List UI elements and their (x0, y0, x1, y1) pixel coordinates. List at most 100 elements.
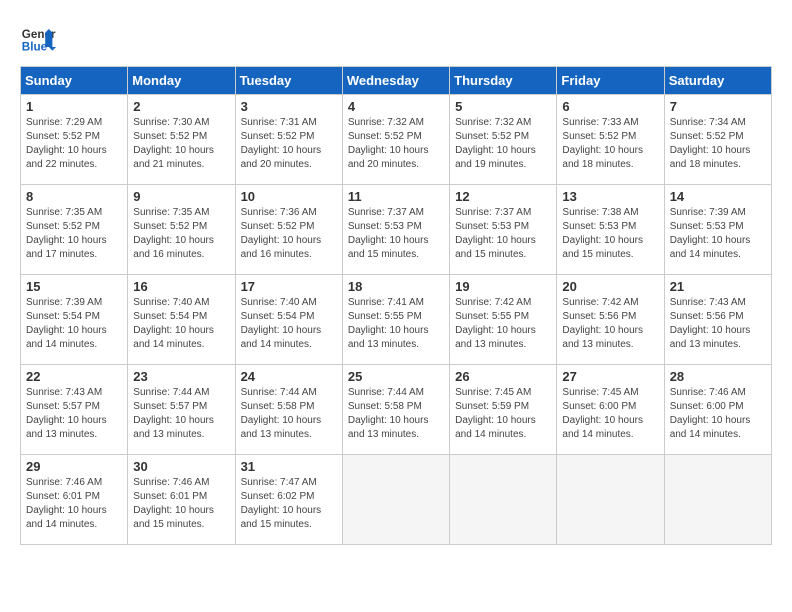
day-info: Sunrise: 7:44 AMSunset: 5:57 PMDaylight:… (133, 386, 229, 442)
svg-text:Blue: Blue (22, 41, 48, 54)
day-number: 5 (455, 99, 551, 114)
calendar-day: 26 Sunrise: 7:45 AMSunset: 5:59 PMDayligh… (450, 365, 557, 455)
calendar-table: SundayMondayTuesdayWednesdayThursdayFrid… (20, 66, 772, 545)
day-number: 30 (133, 459, 229, 474)
day-info: Sunrise: 7:35 AMSunset: 5:52 PMDaylight:… (26, 206, 122, 262)
day-number: 11 (348, 189, 444, 204)
calendar-week-2: 8 Sunrise: 7:35 AMSunset: 5:52 PMDaylight… (21, 185, 772, 275)
day-info: Sunrise: 7:37 AMSunset: 5:53 PMDaylight:… (348, 206, 444, 262)
header: General Blue (20, 20, 772, 56)
calendar-day: 13 Sunrise: 7:38 AMSunset: 5:53 PMDayligh… (557, 185, 664, 275)
day-info: Sunrise: 7:33 AMSunset: 5:52 PMDaylight:… (562, 116, 658, 172)
day-number: 24 (241, 369, 337, 384)
calendar-day: 22 Sunrise: 7:43 AMSunset: 5:57 PMDayligh… (21, 365, 128, 455)
day-info: Sunrise: 7:47 AMSunset: 6:02 PMDaylight:… (241, 476, 337, 532)
calendar-week-5: 29 Sunrise: 7:46 AMSunset: 6:01 PMDayligh… (21, 455, 772, 545)
day-info: Sunrise: 7:35 AMSunset: 5:52 PMDaylight:… (133, 206, 229, 262)
day-number: 15 (26, 279, 122, 294)
day-info: Sunrise: 7:46 AMSunset: 6:01 PMDaylight:… (133, 476, 229, 532)
calendar-day: 24 Sunrise: 7:44 AMSunset: 5:58 PMDayligh… (235, 365, 342, 455)
calendar-day: 20 Sunrise: 7:42 AMSunset: 5:56 PMDayligh… (557, 275, 664, 365)
calendar-day: 4Sunrise: 7:32 AMSunset: 5:52 PMDaylight… (342, 95, 449, 185)
header-saturday: Saturday (664, 67, 771, 95)
day-number: 3 (241, 99, 337, 114)
calendar-day (664, 455, 771, 545)
calendar-day (342, 455, 449, 545)
day-info: Sunrise: 7:40 AMSunset: 5:54 PMDaylight:… (241, 296, 337, 352)
day-info: Sunrise: 7:38 AMSunset: 5:53 PMDaylight:… (562, 206, 658, 262)
calendar-day: 8 Sunrise: 7:35 AMSunset: 5:52 PMDaylight… (21, 185, 128, 275)
calendar-day: 30 Sunrise: 7:46 AMSunset: 6:01 PMDayligh… (128, 455, 235, 545)
calendar-day: 18 Sunrise: 7:41 AMSunset: 5:55 PMDayligh… (342, 275, 449, 365)
day-number: 12 (455, 189, 551, 204)
day-number: 22 (26, 369, 122, 384)
calendar-day: 31 Sunrise: 7:47 AMSunset: 6:02 PMDayligh… (235, 455, 342, 545)
day-number: 8 (26, 189, 122, 204)
day-info: Sunrise: 7:34 AMSunset: 5:52 PMDaylight:… (670, 116, 766, 172)
calendar-day: 21Sunrise: 7:43 AMSunset: 5:56 PMDayligh… (664, 275, 771, 365)
calendar-day (557, 455, 664, 545)
header-friday: Friday (557, 67, 664, 95)
calendar-day: 12Sunrise: 7:37 AMSunset: 5:53 PMDayligh… (450, 185, 557, 275)
calendar-day: 9 Sunrise: 7:35 AMSunset: 5:52 PMDaylight… (128, 185, 235, 275)
day-number: 16 (133, 279, 229, 294)
calendar-day: 14Sunrise: 7:39 AMSunset: 5:53 PMDayligh… (664, 185, 771, 275)
calendar-day: 25 Sunrise: 7:44 AMSunset: 5:58 PMDayligh… (342, 365, 449, 455)
day-number: 19 (455, 279, 551, 294)
day-number: 29 (26, 459, 122, 474)
calendar-day: 2Sunrise: 7:30 AMSunset: 5:52 PMDaylight… (128, 95, 235, 185)
day-number: 7 (670, 99, 766, 114)
day-info: Sunrise: 7:46 AMSunset: 6:00 PMDaylight:… (670, 386, 766, 442)
day-number: 31 (241, 459, 337, 474)
calendar-day: 6 Sunrise: 7:33 AMSunset: 5:52 PMDaylight… (557, 95, 664, 185)
day-info: Sunrise: 7:43 AMSunset: 5:57 PMDaylight:… (26, 386, 122, 442)
calendar-day: 19 Sunrise: 7:42 AMSunset: 5:55 PMDayligh… (450, 275, 557, 365)
day-number: 1 (26, 99, 122, 114)
day-info: Sunrise: 7:42 AMSunset: 5:56 PMDaylight:… (562, 296, 658, 352)
header-thursday: Thursday (450, 67, 557, 95)
calendar-day: 10 Sunrise: 7:36 AMSunset: 5:52 PMDayligh… (235, 185, 342, 275)
day-number: 23 (133, 369, 229, 384)
day-info: Sunrise: 7:36 AMSunset: 5:52 PMDaylight:… (241, 206, 337, 262)
calendar-week-1: 1Sunrise: 7:29 AMSunset: 5:52 PMDaylight… (21, 95, 772, 185)
calendar-week-4: 22 Sunrise: 7:43 AMSunset: 5:57 PMDayligh… (21, 365, 772, 455)
day-number: 28 (670, 369, 766, 384)
calendar-day: 11 Sunrise: 7:37 AMSunset: 5:53 PMDayligh… (342, 185, 449, 275)
day-info: Sunrise: 7:45 AMSunset: 6:00 PMDaylight:… (562, 386, 658, 442)
day-info: Sunrise: 7:45 AMSunset: 5:59 PMDaylight:… (455, 386, 551, 442)
day-info: Sunrise: 7:44 AMSunset: 5:58 PMDaylight:… (241, 386, 337, 442)
day-number: 18 (348, 279, 444, 294)
day-number: 27 (562, 369, 658, 384)
day-number: 14 (670, 189, 766, 204)
calendar-day: 1Sunrise: 7:29 AMSunset: 5:52 PMDaylight… (21, 95, 128, 185)
calendar-day: 27 Sunrise: 7:45 AMSunset: 6:00 PMDayligh… (557, 365, 664, 455)
calendar-header-row: SundayMondayTuesdayWednesdayThursdayFrid… (21, 67, 772, 95)
day-number: 6 (562, 99, 658, 114)
header-monday: Monday (128, 67, 235, 95)
calendar-day: 3 Sunrise: 7:31 AMSunset: 5:52 PMDaylight… (235, 95, 342, 185)
day-info: Sunrise: 7:41 AMSunset: 5:55 PMDaylight:… (348, 296, 444, 352)
calendar-day (450, 455, 557, 545)
calendar-day: 15 Sunrise: 7:39 AMSunset: 5:54 PMDayligh… (21, 275, 128, 365)
header-sunday: Sunday (21, 67, 128, 95)
day-number: 13 (562, 189, 658, 204)
day-number: 20 (562, 279, 658, 294)
day-info: Sunrise: 7:32 AMSunset: 5:52 PMDaylight:… (348, 116, 444, 172)
calendar-day: 7 Sunrise: 7:34 AMSunset: 5:52 PMDaylight… (664, 95, 771, 185)
header-wednesday: Wednesday (342, 67, 449, 95)
calendar-day: 17Sunrise: 7:40 AMSunset: 5:54 PMDayligh… (235, 275, 342, 365)
calendar-day: 23 Sunrise: 7:44 AMSunset: 5:57 PMDayligh… (128, 365, 235, 455)
logo: General Blue (20, 20, 56, 56)
day-info: Sunrise: 7:31 AMSunset: 5:52 PMDaylight:… (241, 116, 337, 172)
day-info: Sunrise: 7:42 AMSunset: 5:55 PMDaylight:… (455, 296, 551, 352)
header-tuesday: Tuesday (235, 67, 342, 95)
day-number: 25 (348, 369, 444, 384)
calendar-week-3: 15 Sunrise: 7:39 AMSunset: 5:54 PMDayligh… (21, 275, 772, 365)
day-info: Sunrise: 7:43 AMSunset: 5:56 PMDaylight:… (670, 296, 766, 352)
day-number: 26 (455, 369, 551, 384)
day-info: Sunrise: 7:39 AMSunset: 5:54 PMDaylight:… (26, 296, 122, 352)
day-number: 9 (133, 189, 229, 204)
day-info: Sunrise: 7:46 AMSunset: 6:01 PMDaylight:… (26, 476, 122, 532)
day-info: Sunrise: 7:44 AMSunset: 5:58 PMDaylight:… (348, 386, 444, 442)
day-number: 10 (241, 189, 337, 204)
